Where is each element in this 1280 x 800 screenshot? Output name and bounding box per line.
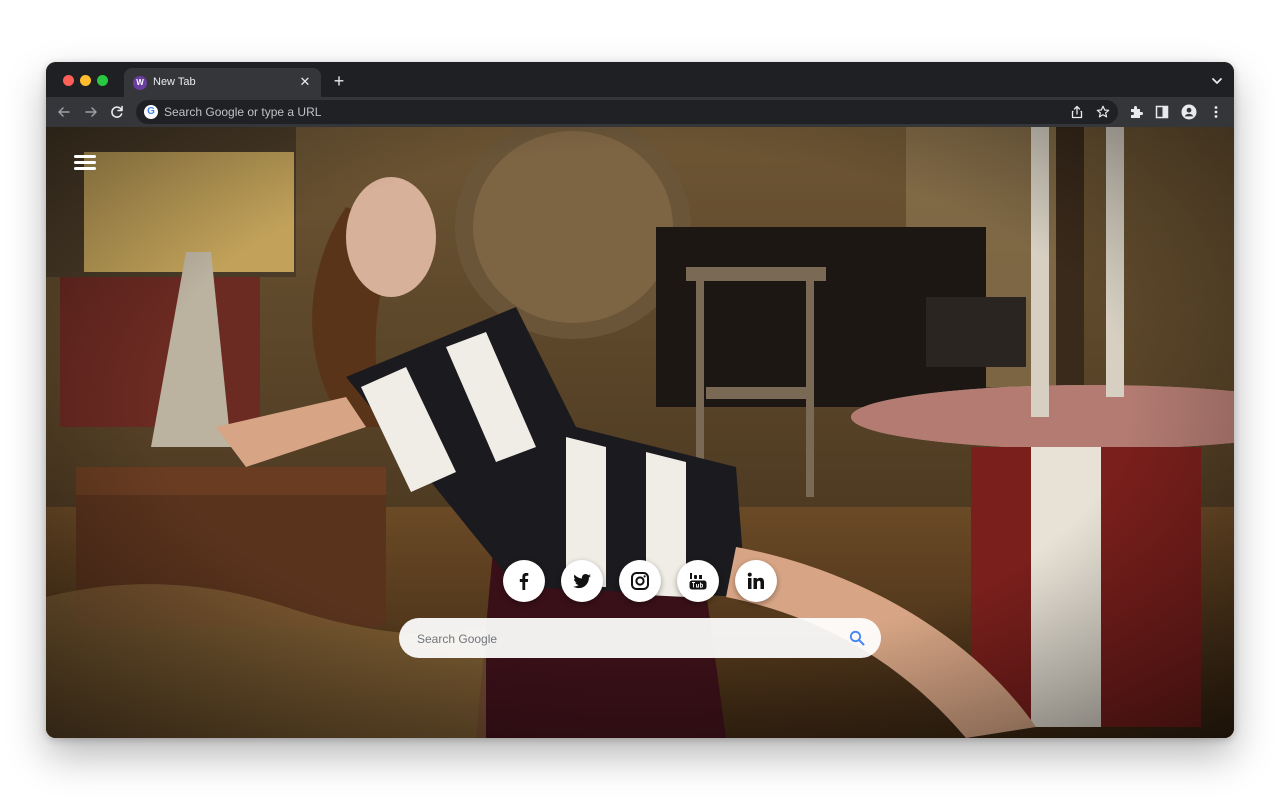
new-tab-button[interactable]: +	[330, 72, 348, 90]
minimize-window-button[interactable]	[80, 75, 91, 86]
browser-toolbar: G Search Google or type a URL	[46, 97, 1234, 127]
forward-icon[interactable]	[82, 103, 100, 121]
tab-favicon-icon: W	[133, 76, 147, 90]
search-icon[interactable]	[849, 630, 865, 646]
facebook-button[interactable]	[503, 560, 545, 602]
side-panel-icon[interactable]	[1154, 104, 1170, 120]
hamburger-icon[interactable]	[74, 155, 96, 173]
google-search-bar	[399, 618, 881, 658]
back-icon[interactable]	[55, 103, 73, 121]
star-icon[interactable]	[1096, 105, 1110, 119]
address-bar[interactable]: G Search Google or type a URL	[136, 100, 1118, 124]
social-links	[503, 560, 778, 602]
youtube-icon	[689, 573, 707, 590]
profile-icon[interactable]	[1181, 104, 1197, 120]
twitter-icon	[573, 573, 591, 589]
new-tab-page	[46, 127, 1234, 738]
tab-strip: W New Tab ✕ +	[46, 62, 1234, 97]
linkedin-icon	[747, 572, 764, 589]
search-input[interactable]	[415, 629, 839, 649]
extensions-icon[interactable]	[1128, 104, 1144, 120]
instagram-button[interactable]	[619, 560, 661, 602]
more-menu-icon[interactable]	[1208, 104, 1224, 120]
maximize-window-button[interactable]	[97, 75, 108, 86]
youtube-button[interactable]	[677, 560, 719, 602]
instagram-icon	[631, 572, 649, 590]
browser-window: W New Tab ✕ + G Search Google or type a …	[46, 62, 1234, 738]
address-bar-placeholder: Search Google or type a URL	[164, 105, 322, 119]
facebook-icon	[519, 573, 529, 590]
tab-new-tab[interactable]: W New Tab ✕	[124, 68, 321, 97]
tab-title: New Tab	[153, 76, 196, 88]
close-tab-icon[interactable]: ✕	[297, 74, 313, 90]
twitter-button[interactable]	[561, 560, 603, 602]
close-window-button[interactable]	[63, 75, 74, 86]
share-icon[interactable]	[1070, 105, 1084, 119]
linkedin-button[interactable]	[735, 560, 777, 602]
tab-search-icon[interactable]	[1210, 74, 1224, 88]
google-logo-icon: G	[144, 105, 158, 119]
reload-icon[interactable]	[108, 103, 126, 121]
